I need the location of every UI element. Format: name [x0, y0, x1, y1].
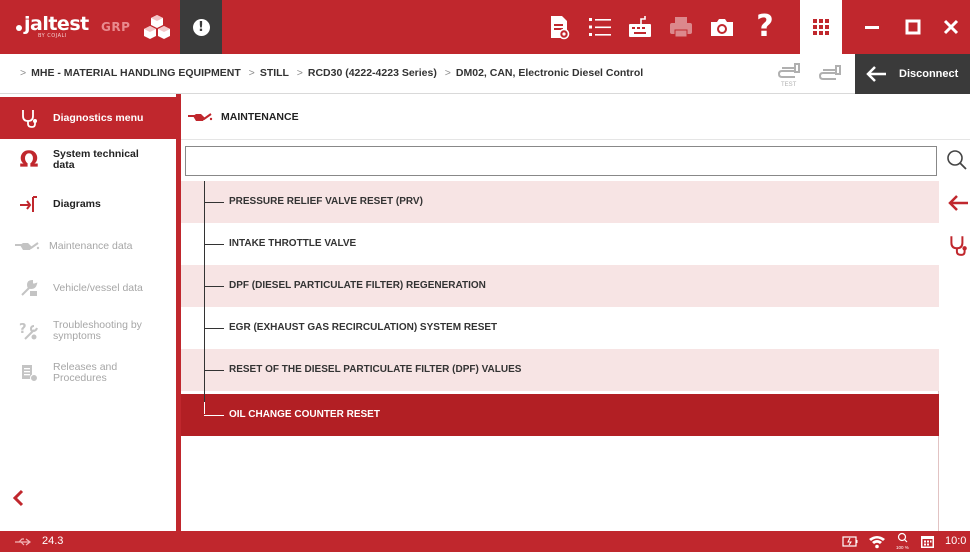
list-item-label: PRESSURE RELIEF VALVE RESET (PRV)	[229, 196, 423, 207]
sidebar-item-label: Vehicle/vessel data	[53, 281, 143, 294]
maximize-icon	[905, 19, 921, 35]
jaltest-logo: jaltest BY COJALI	[16, 14, 89, 40]
battery-charging-icon	[842, 536, 858, 547]
list-item-selected[interactable]: OIL CHANGE COUNTER RESET	[181, 394, 939, 436]
test-cable-icon[interactable]: TEST	[777, 60, 803, 88]
tree-connector	[204, 181, 205, 403]
list-item[interactable]: PRESSURE RELIEF VALVE RESET (PRV)	[181, 181, 939, 223]
close-button[interactable]	[932, 0, 970, 54]
omega-icon: Ω	[19, 147, 39, 173]
maximize-button[interactable]	[893, 0, 933, 54]
sidebar-item-troubleshooting[interactable]: ? Troubleshooting by symptoms	[0, 310, 176, 352]
troubleshoot-icon: ?	[18, 320, 40, 342]
sidebar-item-diagrams[interactable]: Diagrams	[0, 183, 176, 225]
brand-subtitle: BY COJALI	[38, 33, 67, 39]
status-bar	[0, 531, 970, 552]
list-item-label: EGR (EXHAUST GAS RECIRCULATION) SYSTEM R…	[229, 322, 498, 333]
diagram-icon	[18, 193, 40, 215]
alert-button[interactable]: !	[180, 0, 222, 54]
disconnect-label: Disconnect	[899, 68, 959, 80]
printer-icon[interactable]	[667, 13, 695, 41]
sidebar-item-label: Maintenance data	[49, 239, 133, 252]
page-title: MAINTENANCE	[221, 111, 299, 123]
stethoscope-icon[interactable]	[948, 234, 968, 256]
wrench-icon	[18, 277, 40, 299]
list-item-label: DPF (DIESEL PARTICULATE FILTER) REGENERA…	[229, 280, 486, 291]
back-arrow-icon[interactable]	[946, 192, 970, 214]
close-icon	[943, 19, 959, 35]
sidebar-item-label: Troubleshooting by symptoms	[53, 319, 142, 342]
zoom-icon: 100 %	[896, 532, 909, 550]
list-item[interactable]: INTAKE THROTTLE VALVE	[181, 223, 939, 265]
sidebar-item-system-technical-data[interactable]: Ω System technical data	[0, 139, 176, 181]
minimize-button[interactable]	[852, 0, 892, 54]
search-icon[interactable]	[946, 149, 968, 171]
back-arrow-icon	[866, 66, 886, 82]
apps-grid-button[interactable]	[800, 0, 842, 54]
list-item-label: INTAKE THROTTLE VALVE	[229, 238, 357, 249]
breadcrumb-item[interactable]: RCD30 (4222-4223 Series)	[308, 67, 437, 79]
sidebar-item-label: Diagnostics menu	[53, 111, 144, 124]
clock: 10:0	[945, 535, 967, 547]
test-label: TEST	[781, 82, 797, 88]
sidebar-item-diagnostics-menu[interactable]: Diagnostics menu	[0, 97, 176, 139]
tree-connector-end	[204, 402, 205, 414]
usb-icon	[15, 538, 31, 546]
oil-can-icon	[188, 113, 213, 121]
list-item-label: OIL CHANGE COUNTER RESET	[229, 409, 380, 420]
brand-name: jaltest	[24, 13, 89, 35]
breadcrumb-item[interactable]: DM02, CAN, Electronic Diesel Control	[456, 67, 643, 79]
sidebar-item-vehicle-vessel-data[interactable]: Vehicle/vessel data	[0, 267, 176, 309]
documents-icon	[18, 362, 40, 384]
wifi-icon	[869, 536, 885, 549]
apps-grid-icon	[813, 19, 829, 35]
breadcrumb: > MHE - MATERIAL HANDLING EQUIPMENT > STIL…	[20, 67, 644, 79]
disconnect-button[interactable]: Disconnect	[855, 54, 970, 94]
boxes-icon[interactable]	[142, 14, 172, 40]
list-item[interactable]: DPF (DIESEL PARTICULATE FILTER) REGENERA…	[181, 265, 939, 307]
report-icon[interactable]	[545, 13, 573, 41]
alert-icon: !	[192, 18, 210, 36]
app-window: jaltest BY COJALI GRP ! ? > MHE - MATERI…	[0, 0, 970, 552]
chevron-left-icon[interactable]	[8, 487, 30, 509]
top-toolbar: jaltest BY COJALI GRP ! ?	[0, 0, 970, 54]
stethoscope-icon	[18, 107, 40, 129]
help-icon[interactable]: ?	[751, 12, 779, 42]
oil-can-icon	[14, 235, 40, 257]
sidebar-item-label: Diagrams	[53, 197, 101, 210]
grp-label: GRP	[101, 20, 131, 34]
list-item[interactable]: EGR (EXHAUST GAS RECIRCULATION) SYSTEM R…	[181, 307, 939, 349]
sidebar-item-label: System technical data	[53, 148, 139, 171]
voltage-readout: 24.3	[42, 535, 64, 547]
calendar-icon	[921, 536, 934, 548]
keyboard-icon[interactable]	[626, 13, 654, 41]
breadcrumb-item[interactable]: MHE - MATERIAL HANDLING EQUIPMENT	[31, 67, 241, 79]
maintenance-list: PRESSURE RELIEF VALVE RESET (PRV) INTAKE…	[181, 181, 939, 531]
list-item-label: RESET OF THE DIESEL PARTICULATE FILTER (…	[229, 364, 522, 375]
breadcrumb-item[interactable]: STILL	[260, 67, 289, 79]
sidebar: Diagnostics menu Ω System technical data…	[0, 94, 176, 531]
sidebar-item-maintenance-data[interactable]: Maintenance data	[0, 225, 176, 267]
list-icon[interactable]	[586, 13, 614, 41]
content-header	[181, 94, 970, 140]
sidebar-item-releases-procedures[interactable]: Releases and Procedures	[0, 352, 176, 394]
search-input[interactable]	[185, 146, 937, 176]
minimize-icon	[865, 26, 879, 29]
sidebar-item-label: Releases and Procedures	[53, 361, 118, 384]
zoom-label: 100 %	[896, 545, 909, 550]
list-item[interactable]: RESET OF THE DIESEL PARTICULATE FILTER (…	[181, 349, 939, 391]
cable-icon[interactable]	[818, 60, 844, 88]
svg-text:?: ?	[19, 322, 27, 337]
camera-icon[interactable]	[708, 13, 736, 41]
